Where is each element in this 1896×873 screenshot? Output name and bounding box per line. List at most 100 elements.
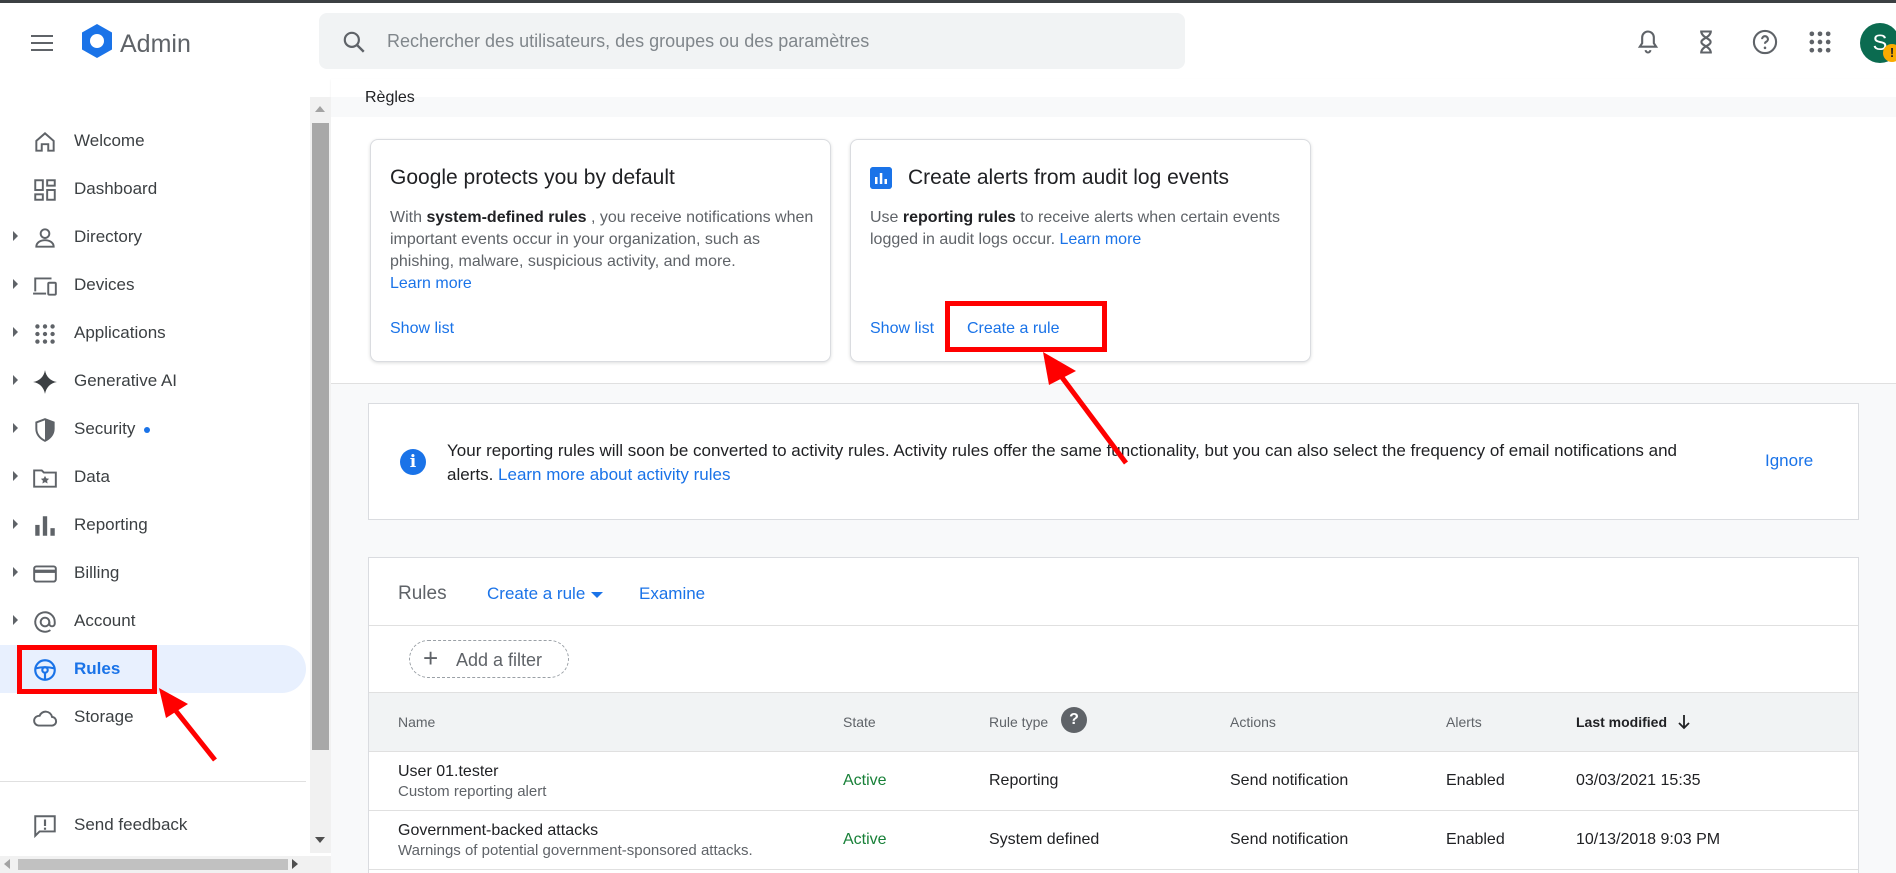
sidebar-item-account[interactable]: Account <box>0 597 306 645</box>
scroll-up-arrow-icon[interactable] <box>315 106 325 112</box>
sidebar-item-directory[interactable]: Directory <box>0 213 306 261</box>
sidebar-item-label: Directory <box>74 227 143 246</box>
rule-type: Reporting <box>989 772 1059 789</box>
learn-more-activity-rules-link[interactable]: Learn more about activity rules <box>498 465 730 484</box>
sidebar-item-security[interactable]: Security <box>0 405 306 453</box>
sidebar-horizontal-scrollbar[interactable] <box>0 856 331 873</box>
sidebar-nav: Welcome Dashboard Directory Devices Appl… <box>0 97 310 873</box>
learn-more-link[interactable]: Learn more <box>1059 231 1141 248</box>
sidebar-item-dashboard[interactable]: Dashboard <box>0 165 306 213</box>
rule-type-help-icon[interactable]: ? <box>1061 707 1087 733</box>
sidebar-hscroll-thumb[interactable] <box>18 859 288 870</box>
rule-type: System defined <box>989 831 1100 848</box>
sidebar-divider <box>0 781 306 782</box>
rule-actions: Send notification <box>1230 772 1349 789</box>
rule-description: Warnings of potential government-sponsor… <box>398 842 753 859</box>
sidebar-item-label: Billing <box>74 563 120 582</box>
sort-descending-arrow-icon[interactable] <box>1676 713 1692 731</box>
column-header-rule-type[interactable]: Rule type <box>989 714 1048 730</box>
expand-caret-icon[interactable] <box>13 567 18 577</box>
rules-panel: Rules Create a rule Examine + Add a filt… <box>368 557 1859 873</box>
card-title: Create alerts from audit log events <box>908 166 1229 189</box>
devices-icon <box>33 277 57 296</box>
scroll-down-arrow-icon[interactable] <box>315 837 325 843</box>
folder-star-icon <box>33 469 57 488</box>
plus-icon: + <box>423 643 439 673</box>
avatar-warning-badge: ! <box>1883 44 1896 62</box>
learn-more-link[interactable]: Learn more <box>390 275 472 292</box>
google-apps-icon[interactable] <box>1806 28 1834 56</box>
expand-caret-icon[interactable] <box>13 327 18 337</box>
dropdown-arrow-icon[interactable] <box>591 592 603 598</box>
rules-panel-title: Rules <box>398 583 447 604</box>
rule-state: Active <box>843 772 887 789</box>
sidebar-item-welcome[interactable]: Welcome <box>0 117 306 165</box>
panel-divider <box>369 625 1858 626</box>
show-list-link[interactable]: Show list <box>390 320 454 338</box>
apps-grid-icon <box>35 324 55 344</box>
card-description: Use reporting rules to receive alerts wh… <box>870 209 1280 248</box>
expand-caret-icon[interactable] <box>13 279 18 289</box>
sidebar-item-generative-ai[interactable]: Generative AI <box>0 357 306 405</box>
examine-button[interactable]: Examine <box>639 584 705 604</box>
sidebar-item-label: Devices <box>74 275 135 294</box>
person-icon <box>35 228 55 248</box>
search-icon <box>343 31 365 53</box>
create-rule-dropdown[interactable]: Create a rule <box>487 584 585 604</box>
expand-caret-icon[interactable] <box>13 615 18 625</box>
rule-last-modified: 10/13/2018 9:03 PM <box>1576 831 1721 848</box>
search-input[interactable] <box>387 13 1167 69</box>
column-header-name[interactable]: Name <box>398 714 435 730</box>
rule-last-modified: 03/03/2021 15:35 <box>1576 772 1701 789</box>
rule-name[interactable]: User 01.tester <box>398 763 498 781</box>
column-header-last-modified[interactable]: Last modified <box>1576 714 1667 730</box>
rule-name[interactable]: Government-backed attacks <box>398 822 598 840</box>
scroll-right-arrow-icon[interactable] <box>292 859 298 869</box>
cloud-icon <box>33 710 58 727</box>
column-header-actions[interactable]: Actions <box>1230 714 1276 730</box>
column-header-alerts[interactable]: Alerts <box>1446 714 1482 730</box>
rule-state: Active <box>843 831 887 848</box>
table-row[interactable]: User 01.tester Custom reporting alert Ac… <box>369 752 1858 811</box>
add-filter-label: Add a filter <box>456 650 543 670</box>
main-menu-button[interactable] <box>26 27 60 61</box>
search-bar[interactable] <box>319 13 1185 69</box>
send-feedback-button[interactable]: Send feedback <box>0 801 306 849</box>
sidebar-item-data[interactable]: Data <box>0 453 306 501</box>
app-title: Admin <box>120 30 191 58</box>
sidebar-item-storage[interactable]: Storage <box>0 693 306 741</box>
tasks-hourglass-icon[interactable] <box>1692 28 1720 56</box>
sidebar-item-label: Reporting <box>74 515 148 534</box>
expand-caret-icon[interactable] <box>13 423 18 433</box>
card-title: Google protects you by default <box>390 166 675 189</box>
sidebar-item-label: Welcome <box>74 131 145 150</box>
expand-caret-icon[interactable] <box>13 471 18 481</box>
show-list-link[interactable]: Show list <box>870 320 934 338</box>
sparkle-icon <box>33 370 57 394</box>
expand-caret-icon[interactable] <box>13 519 18 529</box>
card-description: With system-defined rules , you receive … <box>390 209 814 292</box>
expand-caret-icon[interactable] <box>13 231 18 241</box>
shield-icon <box>35 418 55 442</box>
system-rules-card: Google protects you by default With syst… <box>370 139 831 362</box>
help-icon[interactable] <box>1751 28 1779 56</box>
notifications-bell-icon[interactable] <box>1634 28 1662 56</box>
column-header-state[interactable]: State <box>843 714 876 730</box>
expand-caret-icon[interactable] <box>13 375 18 385</box>
table-header: Name State Rule type ? Actions Alerts La… <box>369 692 1858 752</box>
sidebar-item-applications[interactable]: Applications <box>0 309 306 357</box>
ignore-button[interactable]: Ignore <box>1765 451 1813 471</box>
annotation-highlight-create-rule <box>945 301 1107 352</box>
add-filter-button[interactable]: + Add a filter <box>409 640 569 678</box>
sidebar-item-label: Data <box>74 467 110 486</box>
sidebar-item-reporting[interactable]: Reporting <box>0 501 306 549</box>
scroll-left-arrow-icon[interactable] <box>4 859 10 869</box>
sidebar-vertical-scrollbar[interactable] <box>310 97 331 853</box>
sidebar-item-billing[interactable]: Billing <box>0 549 306 597</box>
sidebar-item-devices[interactable]: Devices <box>0 261 306 309</box>
sidebar-item-label: Account <box>74 611 136 630</box>
feedback-icon <box>34 815 56 839</box>
table-row[interactable]: Government-backed attacks Warnings of po… <box>369 811 1858 870</box>
rule-alerts: Enabled <box>1446 831 1505 848</box>
sidebar-scroll-thumb[interactable] <box>312 123 329 750</box>
